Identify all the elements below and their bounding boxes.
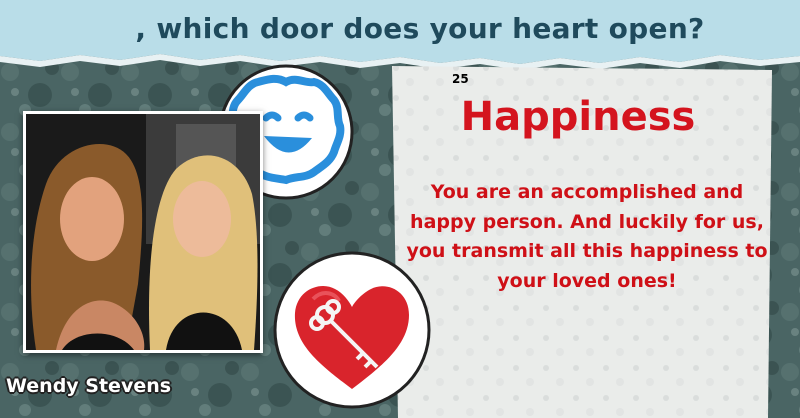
result-description: You are an accomplished and happy person… xyxy=(406,181,768,292)
photo-caption: Wendy Stevens xyxy=(6,375,172,397)
page-title: , which door does your heart open? xyxy=(0,12,800,45)
profile-photo xyxy=(23,111,263,353)
result-title: Happiness xyxy=(460,94,696,140)
question-text: , which door does your heart open? xyxy=(135,12,705,45)
photo-image xyxy=(26,114,260,350)
result-number: 25 xyxy=(452,72,469,86)
